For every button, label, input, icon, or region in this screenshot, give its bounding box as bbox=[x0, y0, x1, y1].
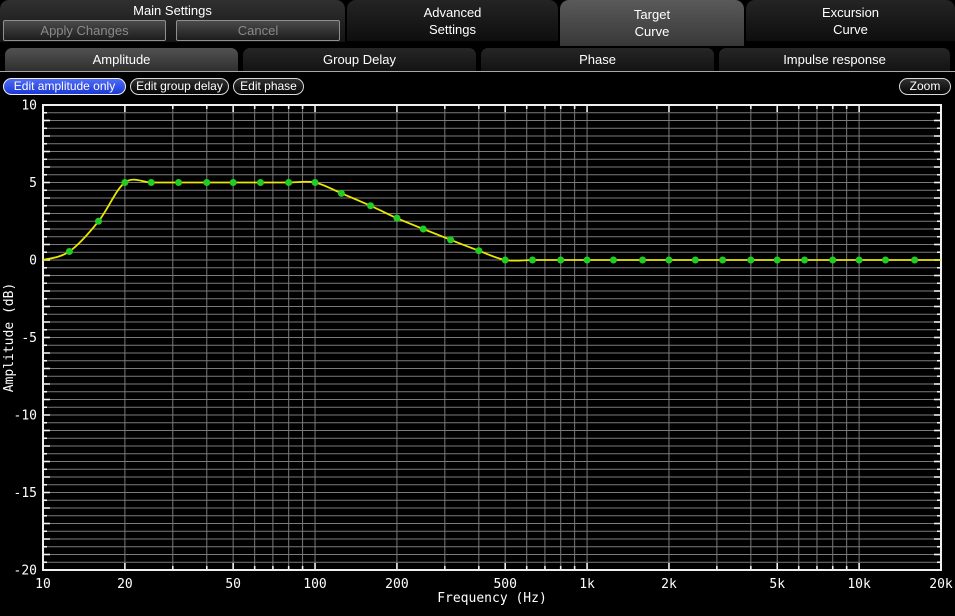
curve-point[interactable] bbox=[147, 179, 155, 186]
svg-text:100: 100 bbox=[303, 577, 326, 592]
cancel-button[interactable]: Cancel bbox=[176, 20, 340, 41]
view-tab-bar: Amplitude Group Delay Phase Impulse resp… bbox=[0, 48, 955, 73]
svg-text:0: 0 bbox=[29, 254, 37, 269]
svg-text:20k: 20k bbox=[929, 577, 953, 592]
edit-phase-button[interactable]: Edit phase bbox=[233, 78, 304, 95]
edit-toolbar: Edit amplitude only Edit group delay Edi… bbox=[0, 73, 955, 95]
svg-text:20: 20 bbox=[117, 577, 133, 592]
curve-point[interactable] bbox=[175, 179, 183, 186]
curve-point[interactable] bbox=[773, 256, 781, 264]
svg-text:10k: 10k bbox=[847, 577, 871, 592]
curve-point[interactable] bbox=[337, 189, 345, 197]
curve-point[interactable] bbox=[256, 179, 264, 186]
curve-point[interactable] bbox=[285, 179, 293, 186]
curve-point[interactable] bbox=[65, 247, 73, 255]
curve-point[interactable] bbox=[609, 256, 617, 264]
tab-group-delay[interactable]: Group Delay bbox=[243, 48, 476, 71]
curve-point[interactable] bbox=[691, 256, 699, 264]
target-curve-line bbox=[42, 178, 941, 262]
apply-changes-button[interactable]: Apply Changes bbox=[3, 20, 166, 41]
amplitude-plot[interactable]: 1050-5-10-15-2010 20 50 100 200 500 1k 2k 5k 10k 2… bbox=[0, 95, 955, 611]
curve-point[interactable] bbox=[665, 256, 673, 264]
svg-text:200: 200 bbox=[385, 577, 408, 592]
curve-point[interactable] bbox=[583, 256, 591, 264]
edit-group-delay-button[interactable]: Edit group delay bbox=[130, 78, 229, 95]
curve-point[interactable] bbox=[419, 225, 427, 233]
tab-impulse-response[interactable]: Impulse response bbox=[719, 48, 950, 71]
curve-point[interactable] bbox=[393, 214, 401, 222]
svg-text:5k: 5k bbox=[769, 577, 785, 592]
curve-point[interactable] bbox=[447, 236, 455, 244]
main-settings-panel: Main Settings Apply Changes Cancel bbox=[0, 0, 345, 42]
svg-text:500: 500 bbox=[493, 577, 516, 592]
curve-point[interactable] bbox=[719, 256, 727, 264]
y-axis-title: Amplitude (dB) bbox=[2, 283, 17, 393]
svg-text:-10: -10 bbox=[14, 409, 37, 424]
x-axis-title: Frequency (Hz) bbox=[437, 591, 547, 606]
tab-advanced-settings[interactable]: Advanced Settings bbox=[347, 0, 558, 41]
curve-point[interactable] bbox=[829, 256, 837, 264]
svg-text:-20: -20 bbox=[14, 564, 37, 579]
svg-text:2k: 2k bbox=[661, 577, 677, 592]
curve-point[interactable] bbox=[911, 256, 919, 264]
svg-text:10: 10 bbox=[35, 577, 51, 592]
tab-excursion-curve[interactable]: Excursion Curve bbox=[746, 0, 955, 41]
curve-point[interactable] bbox=[121, 179, 129, 186]
curve-point[interactable] bbox=[528, 256, 536, 264]
edit-amplitude-only-button[interactable]: Edit amplitude only bbox=[3, 78, 126, 95]
main-tab-bar: Main Settings Apply Changes Cancel Advan… bbox=[0, 0, 955, 47]
target-curve-chart[interactable]: 10 5 0 -5 -10 -15 -20 10 20 50 100 200 500 1k 2k 5k 10k 2… bbox=[0, 95, 955, 611]
zoom-button[interactable]: Zoom bbox=[899, 78, 951, 95]
svg-text:-15: -15 bbox=[14, 486, 37, 501]
svg-text:-5: -5 bbox=[21, 331, 37, 346]
curve-point[interactable] bbox=[367, 202, 375, 210]
tab-amplitude[interactable]: Amplitude bbox=[5, 48, 238, 71]
curve-point[interactable] bbox=[747, 256, 755, 264]
svg-text:10: 10 bbox=[21, 99, 37, 114]
tab-phase[interactable]: Phase bbox=[481, 48, 714, 71]
main-settings-title: Main Settings bbox=[133, 3, 212, 18]
curve-point[interactable] bbox=[801, 256, 809, 264]
curve-point[interactable] bbox=[855, 256, 863, 264]
chart-grid bbox=[43, 104, 941, 571]
tab-target-curve[interactable]: Target Curve bbox=[560, 0, 744, 46]
curve-point[interactable] bbox=[203, 179, 211, 186]
curve-point[interactable] bbox=[501, 256, 509, 264]
tab-baseline bbox=[0, 71, 955, 72]
curve-point[interactable] bbox=[311, 179, 319, 186]
svg-text:5: 5 bbox=[29, 176, 37, 191]
svg-text:50: 50 bbox=[225, 577, 241, 592]
curve-point[interactable] bbox=[95, 217, 103, 225]
curve-point[interactable] bbox=[881, 256, 889, 264]
curve-point[interactable] bbox=[557, 256, 565, 264]
svg-text:1k: 1k bbox=[579, 577, 595, 592]
curve-point[interactable] bbox=[475, 247, 483, 255]
curve-point[interactable] bbox=[229, 179, 237, 186]
curve-point[interactable] bbox=[639, 256, 647, 264]
